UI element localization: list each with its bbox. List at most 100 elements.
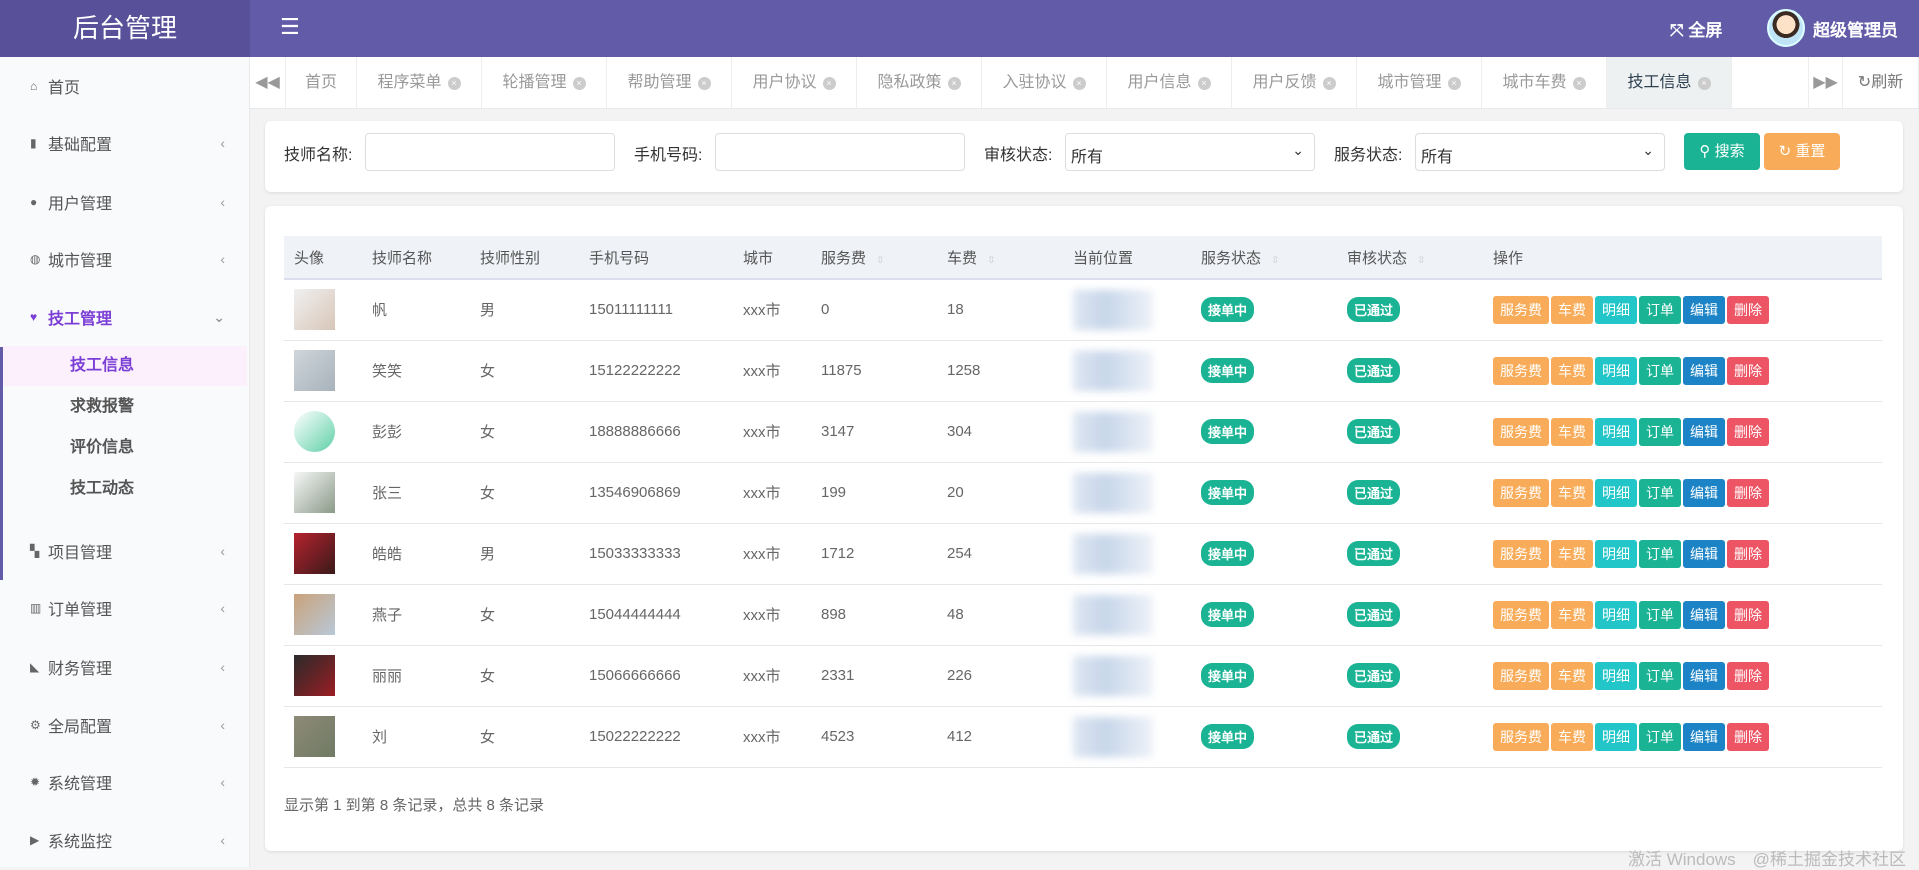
action-button-2[interactable]: 明细 [1595,356,1637,385]
action-button-0[interactable]: 服务费 [1493,295,1549,324]
close-icon[interactable]: × [822,77,836,90]
action-button-1[interactable]: 车费 [1551,539,1593,568]
action-button-0[interactable]: 服务费 [1493,417,1549,446]
tab-1[interactable]: 程序菜单 × [357,57,482,108]
sidebar-item-9[interactable]: ✹ 系统管理 ‹ [0,762,250,802]
tab-9[interactable]: 城市管理 × [1357,57,1482,108]
action-button-3[interactable]: 订单 [1639,478,1681,507]
tab-10[interactable]: 城市车费 × [1482,57,1607,108]
close-icon[interactable]: × [1072,77,1086,90]
name-input[interactable] [365,133,615,171]
action-button-1[interactable]: 车费 [1551,722,1593,751]
sidebar-subitem-1[interactable]: 求救报警 [3,387,247,427]
scroll-left-button[interactable]: ◀◀ [250,57,286,108]
action-button-5[interactable]: 删除 [1727,600,1769,629]
action-button-2[interactable]: 明细 [1595,478,1637,507]
search-button[interactable]: ⚲ 搜索 [1684,133,1760,170]
action-button-4[interactable]: 编辑 [1683,295,1725,324]
sidebar-item-1[interactable]: ▮ 基础配置 ‹ [0,123,250,163]
action-button-1[interactable]: 车费 [1551,661,1593,690]
action-button-1[interactable]: 车费 [1551,600,1593,629]
action-button-3[interactable]: 订单 [1639,295,1681,324]
action-button-0[interactable]: 服务费 [1493,539,1549,568]
sidebar-item-7[interactable]: ◣ 财务管理 ‹ [0,647,250,687]
close-icon[interactable]: × [447,77,461,90]
action-button-4[interactable]: 编辑 [1683,600,1725,629]
sidebar-item-10[interactable]: ▶ 系统监控 ‹ [0,820,250,860]
service-select[interactable]: 所有 ⌄ [1415,133,1665,171]
menu-toggle-icon[interactable]: ☰ [280,14,300,40]
tab-8[interactable]: 用户反馈 × [1232,57,1357,108]
action-button-3[interactable]: 订单 [1639,356,1681,385]
user-menu[interactable]: 超级管理员 [1767,9,1898,47]
action-button-0[interactable]: 服务费 [1493,661,1549,690]
action-button-1[interactable]: 车费 [1551,295,1593,324]
action-button-0[interactable]: 服务费 [1493,356,1549,385]
sidebar-item-3[interactable]: ◍ 城市管理 ‹ [0,239,250,279]
action-button-3[interactable]: 订单 [1639,600,1681,629]
action-button-5[interactable]: 删除 [1727,356,1769,385]
action-button-3[interactable]: 订单 [1639,722,1681,751]
tab-5[interactable]: 隐私政策 × [857,57,982,108]
sort-icon[interactable]: ⇳ [987,255,995,266]
action-button-5[interactable]: 删除 [1727,417,1769,446]
action-button-4[interactable]: 编辑 [1683,478,1725,507]
tab-11[interactable]: 技工信息 × [1607,57,1732,108]
sort-icon[interactable]: ⇳ [876,255,884,266]
sort-icon[interactable]: ⇳ [1271,255,1279,266]
close-icon[interactable]: × [947,77,961,90]
close-icon[interactable]: × [1447,77,1461,90]
action-button-0[interactable]: 服务费 [1493,600,1549,629]
sidebar-item-2[interactable]: ● 用户管理 ‹ [0,182,250,222]
action-button-2[interactable]: 明细 [1595,417,1637,446]
close-icon[interactable]: × [572,77,586,90]
sidebar-subitem-2[interactable]: 评价信息 [3,428,247,468]
action-button-4[interactable]: 编辑 [1683,356,1725,385]
action-button-4[interactable]: 编辑 [1683,539,1725,568]
action-button-5[interactable]: 删除 [1727,295,1769,324]
action-button-5[interactable]: 删除 [1727,722,1769,751]
sidebar-item-0[interactable]: ⌂ 首页 [0,66,250,106]
action-button-2[interactable]: 明细 [1595,600,1637,629]
action-button-1[interactable]: 车费 [1551,417,1593,446]
action-button-2[interactable]: 明细 [1595,295,1637,324]
action-button-3[interactable]: 订单 [1639,661,1681,690]
sidebar-subitem-3[interactable]: 技工动态 [3,469,247,509]
action-button-4[interactable]: 编辑 [1683,722,1725,751]
reset-button[interactable]: ↻ 重置 [1764,133,1840,170]
sidebar-item-4[interactable]: ♥ 技工管理 ⌄ [0,297,250,337]
close-icon[interactable]: × [1572,77,1586,90]
sidebar-item-6[interactable]: ▥ 订单管理 ‹ [0,588,250,628]
fullscreen-button[interactable]: ⤧ 全屏 [1670,16,1722,41]
close-icon[interactable]: × [697,77,711,90]
tab-4[interactable]: 用户协议 × [732,57,857,108]
action-button-3[interactable]: 订单 [1639,417,1681,446]
tab-2[interactable]: 轮播管理 × [482,57,607,108]
action-button-5[interactable]: 删除 [1727,539,1769,568]
sidebar-subitem-0[interactable]: 技工信息 [3,346,247,386]
close-icon[interactable]: × [1197,77,1211,90]
tab-3[interactable]: 帮助管理 × [607,57,732,108]
action-button-2[interactable]: 明细 [1595,661,1637,690]
action-button-2[interactable]: 明细 [1595,722,1637,751]
sidebar-item-5[interactable]: ▚ 项目管理 ‹ [0,531,250,571]
action-button-4[interactable]: 编辑 [1683,661,1725,690]
phone-input[interactable] [715,133,965,171]
action-button-2[interactable]: 明细 [1595,539,1637,568]
action-button-1[interactable]: 车费 [1551,478,1593,507]
close-icon[interactable]: × [1697,77,1711,90]
tab-6[interactable]: 入驻协议 × [982,57,1107,108]
action-button-4[interactable]: 编辑 [1683,417,1725,446]
sidebar-item-8[interactable]: ⚙ 全局配置 ‹ [0,705,250,745]
refresh-button[interactable]: ↻刷新 [1843,57,1919,108]
audit-select[interactable]: 所有 ⌄ [1065,133,1315,171]
action-button-5[interactable]: 删除 [1727,661,1769,690]
scroll-right-button[interactable]: ▶▶ [1808,57,1843,108]
action-button-3[interactable]: 订单 [1639,539,1681,568]
tab-0[interactable]: 首页 [286,57,357,108]
close-icon[interactable]: × [1322,77,1336,90]
action-button-0[interactable]: 服务费 [1493,478,1549,507]
action-button-0[interactable]: 服务费 [1493,722,1549,751]
sort-icon[interactable]: ⇳ [1417,255,1425,266]
action-button-5[interactable]: 删除 [1727,478,1769,507]
